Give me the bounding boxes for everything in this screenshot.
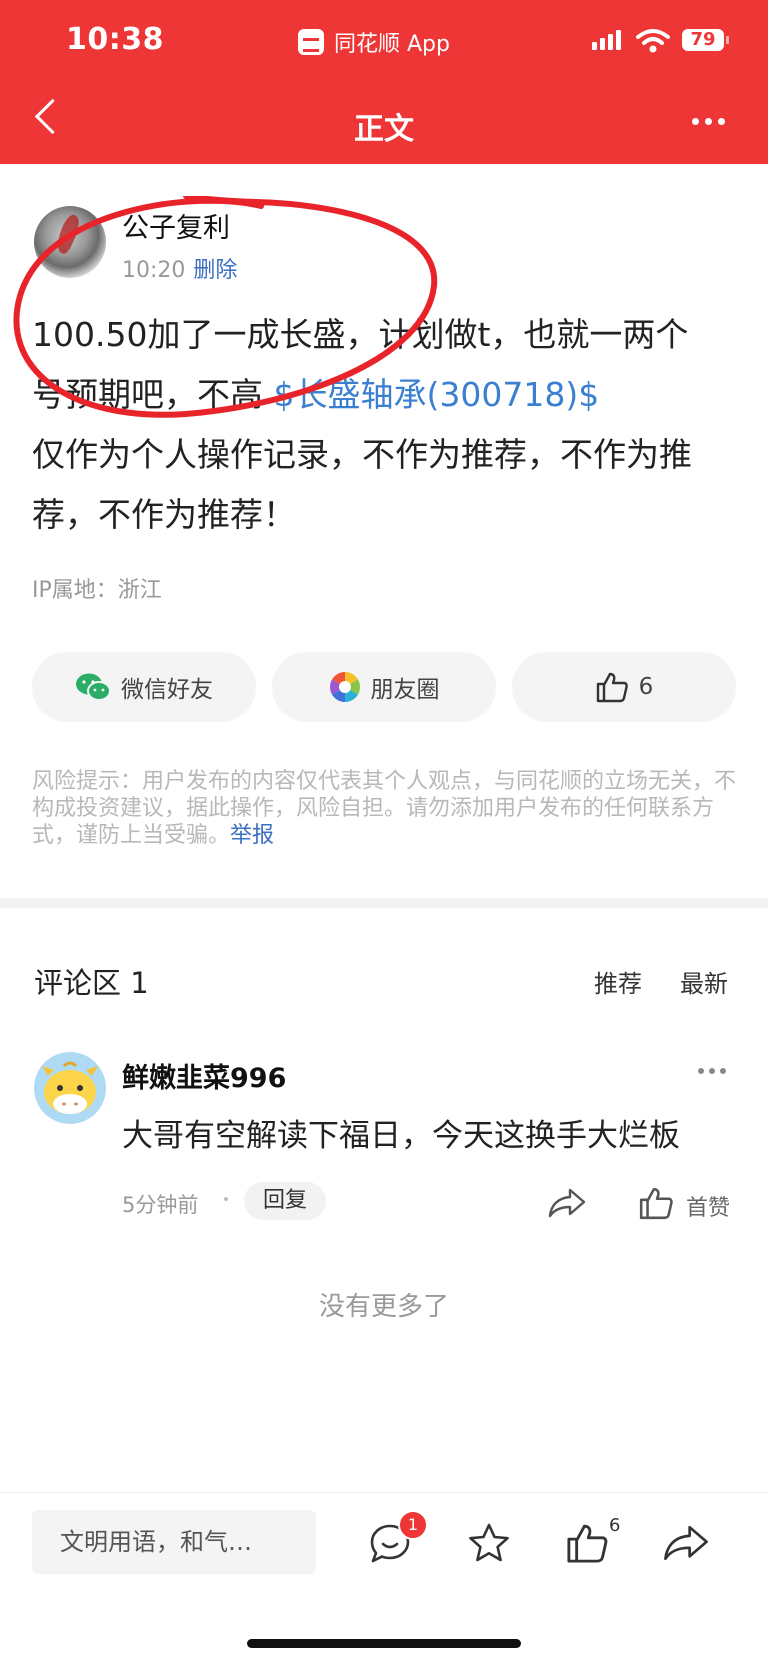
share-wechat-label: 微信好友: [121, 677, 213, 703]
report-link[interactable]: 举报: [230, 823, 274, 848]
commenter-avatar[interactable]: [34, 1052, 106, 1124]
share-moments-label: 朋友圈: [370, 677, 440, 703]
like-count: 6: [638, 674, 654, 700]
like-button[interactable]: 6: [512, 652, 736, 722]
sort-recommend-tab[interactable]: 推荐: [594, 964, 642, 999]
section-divider: [0, 898, 768, 908]
moments-icon: [329, 672, 360, 702]
wechat-icon: [76, 673, 111, 701]
ip-location: IP属地：浙江: [32, 578, 162, 603]
status-app-indicator: 同花顺 App: [298, 26, 450, 58]
status-time: 10:38: [66, 22, 164, 57]
bottom-bar-border: [0, 1492, 768, 1493]
post-line: 仅作为个人操作记录，不作为推荐，不作为推: [32, 435, 692, 474]
red-circle-annotation: [13, 196, 438, 418]
comment-like-icon[interactable]: [638, 1186, 674, 1220]
risk-notice: 风险提示：用户发布的内容仅代表其个人观点，与同花顺的立场无关，不构成投资建议，据…: [32, 768, 738, 849]
star-favorite-icon[interactable]: [467, 1522, 511, 1564]
home-indicator: [247, 1639, 521, 1648]
comment-like-label[interactable]: 首赞: [686, 1190, 730, 1222]
post-line: 荐，不作为推荐！: [32, 495, 296, 534]
comment-username[interactable]: 鲜嫩韭菜996: [122, 1056, 286, 1095]
comment-input[interactable]: 文明用语，和气…: [32, 1510, 316, 1574]
app-logo-icon: [298, 29, 324, 55]
app-header: 10:38 同花顺 App 79 正文: [0, 0, 768, 164]
sort-latest-tab[interactable]: 最新: [680, 964, 728, 999]
status-app-name: 同花顺 App: [334, 32, 450, 57]
wifi-icon: [636, 29, 670, 53]
comment-text: 大哥有空解读下福日，今天这换手大烂板: [122, 1118, 680, 1154]
cellular-signal-icon: [592, 30, 621, 50]
reply-button[interactable]: 回复: [244, 1182, 326, 1220]
share-wechat-button[interactable]: 微信好友: [32, 652, 256, 722]
risk-text: 风险提示：用户发布的内容仅代表其个人观点，与同花顺的立场无关，不构成投资建议，据…: [32, 769, 737, 848]
cow-avatar-icon: [42, 1061, 98, 1114]
comments-title: 评论区 1: [34, 966, 149, 1000]
comment-share-icon[interactable]: [548, 1188, 586, 1218]
comment-more-icon[interactable]: [698, 1068, 726, 1074]
bottom-like-count: 6: [609, 1515, 621, 1536]
separator-dot: [224, 1197, 228, 1201]
page-title: 正文: [354, 112, 414, 147]
more-options-icon[interactable]: [692, 118, 725, 125]
share-moments-button[interactable]: 朋友圈: [272, 652, 496, 722]
no-more-label: 没有更多了: [318, 1292, 449, 1322]
bottom-like-icon[interactable]: [565, 1522, 609, 1564]
share-icon[interactable]: [663, 1524, 709, 1562]
comment-count-badge: 1: [398, 1510, 428, 1540]
thumbs-up-icon: [596, 672, 628, 703]
battery-indicator: 79: [682, 29, 729, 51]
comment-time: 5分钟前: [122, 1193, 199, 1217]
